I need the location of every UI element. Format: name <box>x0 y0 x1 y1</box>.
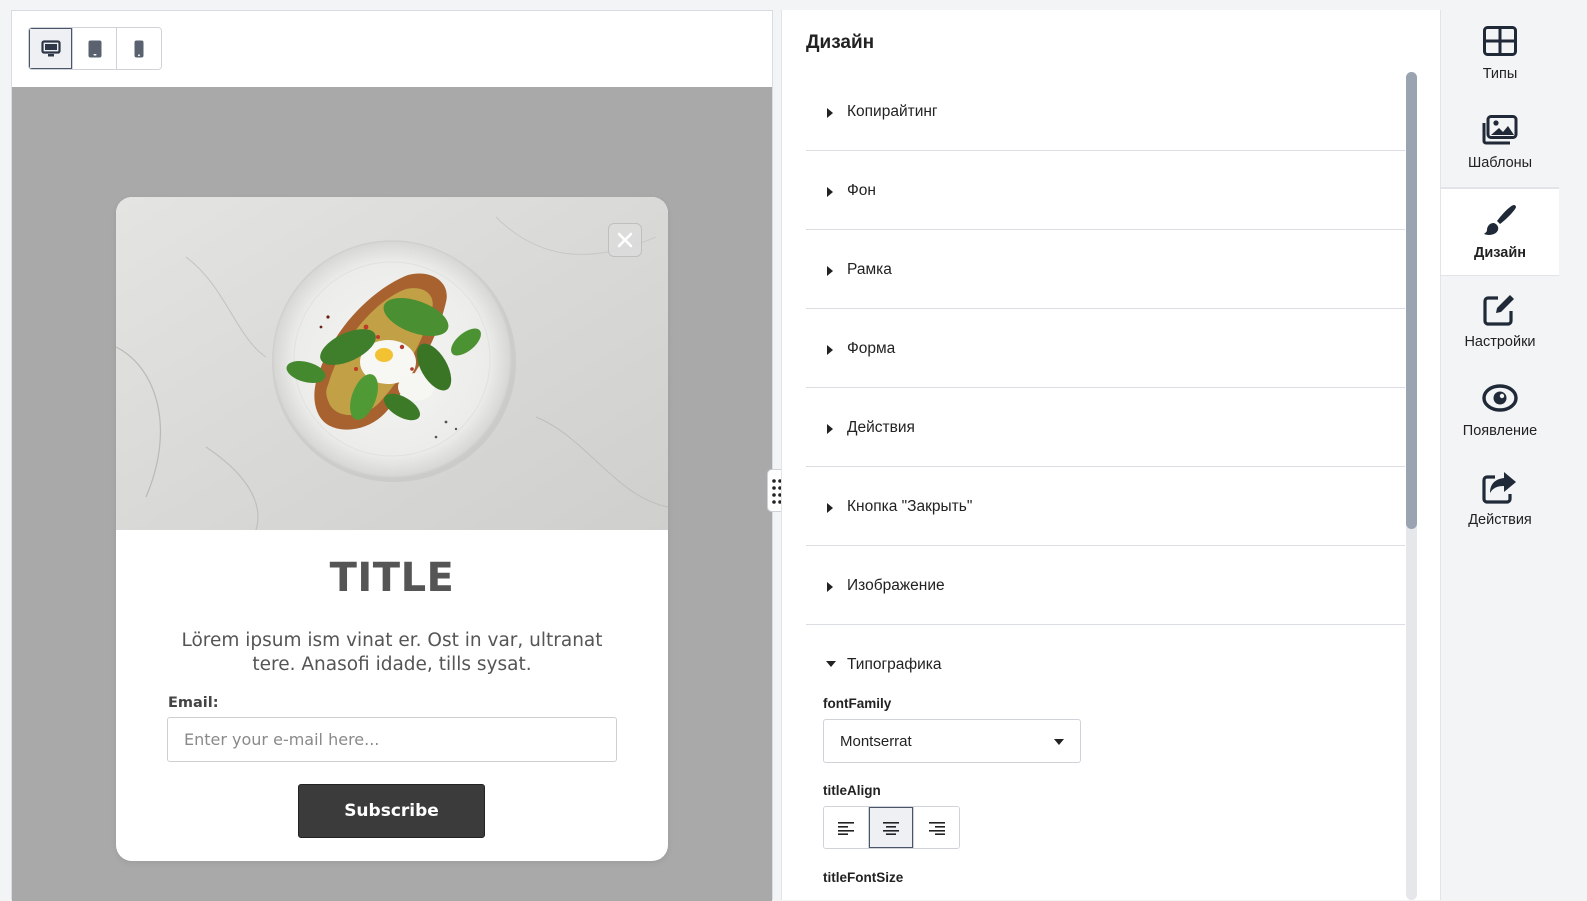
nav-item-settings[interactable]: Настройки <box>1441 278 1559 366</box>
chevron-down-icon <box>1054 739 1064 745</box>
eye-icon <box>1482 384 1518 412</box>
design-panel: Дизайн Копирайтинг Фон Рамка Форма Дейст… <box>781 10 1440 900</box>
email-label: Email: <box>168 695 219 711</box>
popup-close-button[interactable] <box>608 223 642 257</box>
section-typography[interactable]: Типографика <box>806 625 1405 705</box>
section-form[interactable]: Форма <box>806 309 1405 388</box>
popup-description: Lörem ipsum ism vinat er. Ost in var, ul… <box>181 630 603 675</box>
section-actions[interactable]: Действия <box>806 388 1405 467</box>
subscribe-button[interactable]: Subscribe <box>298 784 485 838</box>
device-toolbar <box>12 11 772 87</box>
nav-item-design[interactable]: Дизайн <box>1441 188 1559 276</box>
design-sections: Копирайтинг Фон Рамка Форма Действия Кно… <box>806 72 1405 705</box>
section-close-button[interactable]: Кнопка "Закрыть" <box>806 467 1405 546</box>
caret-down-icon <box>826 661 836 667</box>
email-input[interactable] <box>167 717 617 762</box>
preview-canvas: TITLE Lörem ipsum ism vinat er. Ost in v… <box>12 87 772 901</box>
section-image[interactable]: Изображение <box>806 546 1405 625</box>
edit-icon <box>1483 295 1514 326</box>
align-left-icon <box>838 821 854 835</box>
desktop-view-button[interactable] <box>29 28 73 69</box>
caret-right-icon <box>827 582 833 592</box>
close-icon <box>617 232 633 248</box>
editor-app: TITLE Lörem ipsum ism vinat er. Ost in v… <box>0 0 1587 901</box>
right-sidebar-nav: Типы Шаблоны Дизайн Настройки Появление … <box>1440 10 1587 900</box>
panel-title: Дизайн <box>806 32 875 53</box>
section-label: Кнопка "Закрыть" <box>847 498 973 515</box>
title-align-group <box>823 806 960 849</box>
popup-title: TITLE <box>329 555 455 601</box>
nav-label: Действия <box>1468 512 1532 528</box>
desktop-icon <box>40 39 61 56</box>
title-font-size-label: titleFontSize <box>823 870 904 885</box>
section-label: Изображение <box>847 577 945 594</box>
align-right-icon <box>928 821 945 835</box>
preview-pane: TITLE Lörem ipsum ism vinat er. Ost in v… <box>11 10 773 901</box>
food-plate-image <box>116 197 668 530</box>
align-center-button[interactable] <box>869 807 914 848</box>
nav-label: Шаблоны <box>1467 155 1533 171</box>
caret-right-icon <box>827 503 833 513</box>
section-label: Фон <box>847 182 876 199</box>
font-family-label: fontFamily <box>823 696 892 711</box>
section-copywriting[interactable]: Копирайтинг <box>806 72 1405 151</box>
caret-right-icon <box>827 345 833 355</box>
title-align-label: titleAlign <box>823 783 881 798</box>
align-left-button[interactable] <box>824 807 869 848</box>
caret-right-icon <box>827 424 833 434</box>
section-label: Типографика <box>847 656 942 673</box>
section-label: Рамка <box>847 261 892 278</box>
font-family-select[interactable]: Montserrat <box>823 719 1081 763</box>
share-icon <box>1482 472 1516 504</box>
tablet-icon <box>88 40 101 57</box>
nav-label: Типы <box>1482 66 1518 82</box>
caret-right-icon <box>827 187 833 197</box>
tablet-view-button[interactable] <box>73 28 117 69</box>
mobile-icon <box>134 40 144 57</box>
caret-right-icon <box>827 266 833 276</box>
nav-item-templates[interactable]: Шаблоны <box>1441 99 1559 187</box>
nav-item-actions[interactable]: Действия <box>1441 456 1559 544</box>
scrollbar-thumb[interactable] <box>1406 72 1417 529</box>
nav-label: Настройки <box>1464 334 1536 350</box>
section-background[interactable]: Фон <box>806 151 1405 230</box>
paintbrush-icon <box>1484 205 1516 235</box>
nav-item-appearance[interactable]: Появление <box>1441 367 1559 455</box>
images-icon <box>1482 115 1518 145</box>
section-label: Действия <box>847 419 915 436</box>
nav-label: Дизайн <box>1474 245 1526 261</box>
align-center-icon <box>883 821 899 835</box>
section-label: Копирайтинг <box>847 103 938 120</box>
nav-item-types[interactable]: Типы <box>1441 10 1559 98</box>
align-right-button[interactable] <box>914 807 959 848</box>
popup-preview: TITLE Lörem ipsum ism vinat er. Ost in v… <box>116 197 668 861</box>
mobile-view-button[interactable] <box>117 28 161 69</box>
nav-label: Появление <box>1462 423 1538 439</box>
grid-icon <box>1483 26 1517 56</box>
design-panel-scrollbar[interactable] <box>1406 72 1417 900</box>
section-label: Форма <box>847 340 896 357</box>
device-switcher <box>28 27 162 70</box>
caret-right-icon <box>827 108 833 118</box>
font-family-value: Montserrat <box>840 733 912 750</box>
section-border[interactable]: Рамка <box>806 230 1405 309</box>
